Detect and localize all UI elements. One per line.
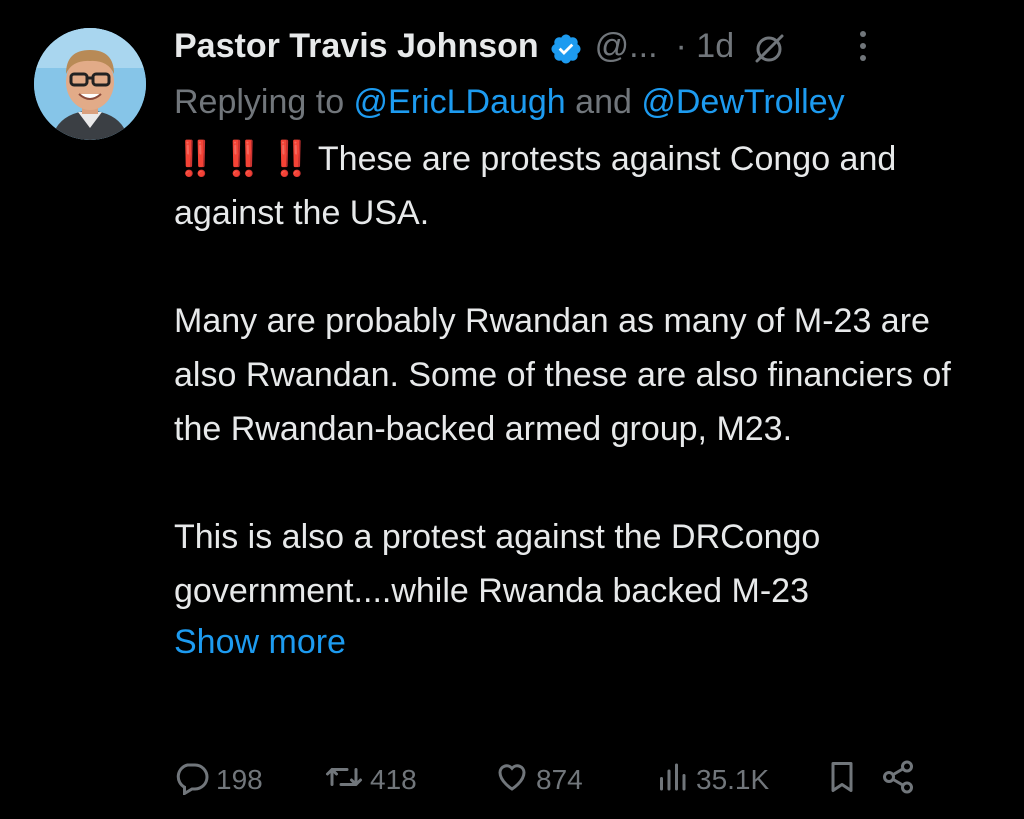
replying-to-prefix: Replying to: [174, 83, 354, 121]
tweet-time[interactable]: · 1d: [676, 20, 735, 72]
like-button[interactable]: 874: [494, 759, 654, 802]
like-icon: [494, 759, 530, 802]
share-icon: [880, 759, 916, 802]
tweet-text: ‼️ ‼️ ‼️ These are protests against Congo…: [174, 132, 994, 618]
avatar[interactable]: [34, 28, 146, 140]
tweet-paragraph: Many are probably Rwandan as many of M-2…: [174, 302, 951, 448]
views-icon: [654, 759, 690, 802]
replying-to-line: Replying to @EricLDaugh and @DewTrolley: [174, 78, 994, 126]
share-button[interactable]: [880, 759, 930, 802]
reply-button[interactable]: 198: [174, 759, 324, 802]
author-name[interactable]: Pastor Travis Johnson: [174, 20, 539, 72]
show-more-link[interactable]: Show more: [174, 618, 994, 666]
like-count: 874: [536, 764, 583, 795]
tweet-paragraph: This is also a protest against the DRCon…: [174, 518, 821, 610]
bookmark-button[interactable]: [824, 759, 880, 802]
bookmark-icon: [824, 759, 860, 802]
grok-icon[interactable]: [752, 29, 786, 63]
views-button[interactable]: 35.1K: [654, 759, 824, 802]
views-count: 35.1K: [696, 764, 770, 795]
tweet-content: Pastor Travis Johnson @... · 1d Replying…: [174, 20, 994, 666]
tweet-header: Pastor Travis Johnson @... · 1d: [174, 20, 994, 72]
double-exclamation-emoji: ‼️ ‼️ ‼️: [174, 140, 312, 178]
verified-badge-icon: [549, 29, 583, 64]
mention-dewtrolley[interactable]: @DewTrolley: [641, 83, 844, 121]
reply-count: 198: [216, 764, 263, 795]
reply-icon: [174, 759, 210, 802]
author-handle[interactable]: @...: [595, 20, 658, 72]
replying-to-conjunction: and: [565, 83, 642, 121]
mention-ericldaugh[interactable]: @EricLDaugh: [354, 83, 566, 121]
repost-icon: [324, 759, 364, 802]
action-bar: 198 418 874 35.1K: [174, 756, 984, 804]
repost-count: 418: [370, 764, 417, 795]
repost-button[interactable]: 418: [324, 759, 494, 802]
more-vertical-icon[interactable]: [856, 26, 870, 66]
tweet-paragraph: ‼️ ‼️ ‼️ These are protests against Congo…: [174, 132, 994, 240]
avatar-image: [34, 28, 146, 140]
